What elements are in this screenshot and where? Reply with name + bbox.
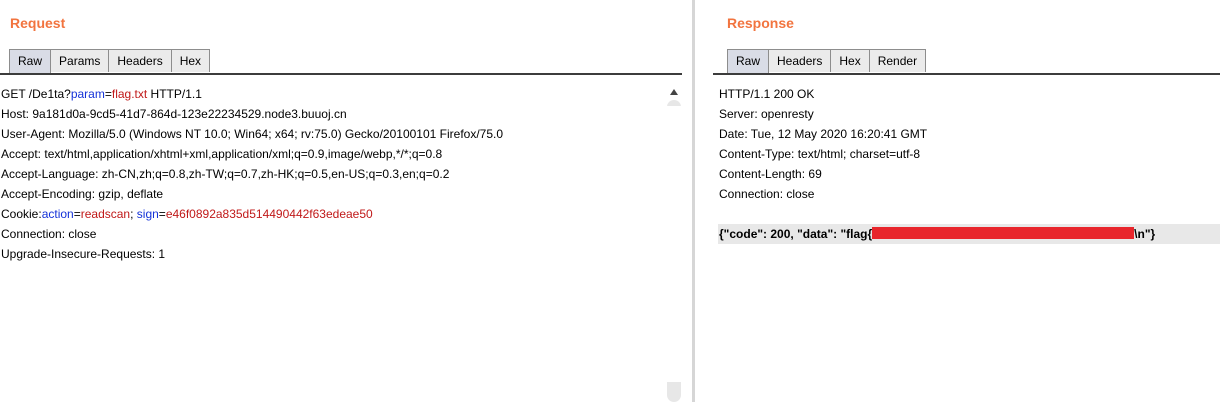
status-line: HTTP/1.1 200 OK — [719, 87, 815, 101]
cookie-key-sign: sign — [136, 207, 159, 221]
equals: = — [158, 207, 166, 221]
separator: ; — [130, 207, 137, 221]
redaction-bar — [872, 227, 1135, 239]
tab-params[interactable]: Params — [50, 49, 110, 72]
body-prefix: {"code": 200, "data": "flag{ — [719, 227, 873, 241]
param-value: flag.txt — [111, 87, 148, 101]
date-header: Date: Tue, 12 May 2020 16:20:41 GMT — [719, 127, 928, 141]
tab-hex[interactable]: Hex — [170, 49, 211, 72]
scroll-thumb[interactable] — [667, 106, 681, 382]
connection-header: Connection: close — [1, 227, 97, 241]
accept-header: Accept: text/html,application/xhtml+xml,… — [1, 147, 443, 161]
equals: = — [104, 87, 112, 101]
tab-baseline — [713, 73, 1220, 75]
equals: = — [73, 207, 81, 221]
request-title: Request — [10, 15, 66, 31]
user-agent-header: User-Agent: Mozilla/5.0 (Windows NT 10.0… — [1, 127, 504, 141]
server-header: Server: openresty — [719, 107, 814, 121]
request-line: GET /De1ta?param=flag.txt HTTP/1.1 — [0, 84, 666, 104]
cookie-key-action: action — [41, 207, 74, 221]
connection-header: Connection: close — [719, 187, 815, 201]
pane-divider[interactable] — [690, 0, 698, 402]
body-suffix: \n"} — [1134, 227, 1156, 241]
tab-headers[interactable]: Headers — [768, 49, 832, 72]
content-type-header: Content-Type: text/html; charset=utf-8 — [719, 147, 921, 161]
request-scrollbar[interactable] — [666, 84, 682, 402]
request-tabs: Raw Params Headers Hex — [9, 49, 211, 74]
response-tabs: Raw Headers Hex Render — [727, 49, 927, 74]
host-header: Host: 9a181d0a-9cd5-41d7-864d-123e222345… — [1, 107, 347, 121]
http-version: HTTP/1.1 — [147, 87, 202, 101]
response-editor[interactable]: HTTP/1.1 200 OK Server: openresty Date: … — [718, 84, 1220, 244]
tab-baseline — [0, 73, 682, 75]
accept-language-header: Accept-Language: zh-CN,zh;q=0.8,zh-TW;q=… — [1, 167, 450, 181]
tab-raw[interactable]: Raw — [9, 49, 52, 74]
accept-encoding-header: Accept-Encoding: gzip, deflate — [1, 187, 164, 201]
divider-line — [692, 0, 695, 402]
cookie-value-sign: e46f0892a835d514490442f63edeae50 — [165, 207, 373, 221]
tab-hex[interactable]: Hex — [830, 49, 870, 72]
cookie-label: Cookie: — [1, 207, 42, 221]
cookie-header: Cookie:action=readscan; sign=e46f0892a83… — [0, 204, 666, 224]
tab-render[interactable]: Render — [868, 49, 927, 72]
cookie-value-action: readscan — [80, 207, 131, 221]
request-pane: Request Raw Params Headers Hex GET /De1t… — [0, 0, 682, 402]
tab-headers[interactable]: Headers — [108, 49, 172, 72]
response-body: {"code": 200, "data": "flag{ \n"} — [718, 224, 1220, 244]
request-method-path: GET /De1ta? — [1, 87, 71, 101]
request-editor[interactable]: GET /De1ta?param=flag.txt HTTP/1.1 Host:… — [0, 84, 666, 402]
upgrade-insecure-requests-header: Upgrade-Insecure-Requests: 1 — [1, 247, 166, 261]
tab-raw[interactable]: Raw — [727, 49, 770, 74]
response-pane: Response Raw Headers Hex Render HTTP/1.1… — [713, 0, 1220, 402]
param-key: param — [70, 87, 105, 101]
response-title: Response — [727, 15, 794, 31]
content-length-header: Content-Length: 69 — [719, 167, 822, 181]
scroll-up-arrow-icon[interactable] — [666, 84, 682, 100]
